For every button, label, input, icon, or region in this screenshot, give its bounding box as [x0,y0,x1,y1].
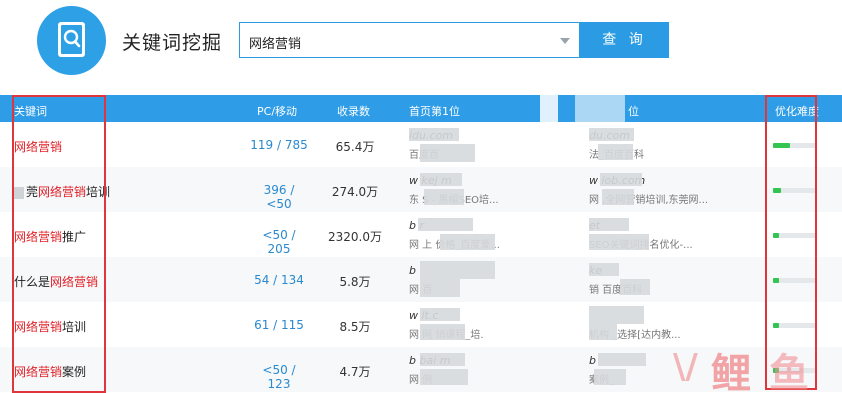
count-value: 5.8万 [339,275,371,289]
count-value: 65.4万 [335,140,375,154]
header-obscured [575,95,625,122]
pc-mobile-value[interactable]: 119 / 785 [250,138,308,152]
pc-mobile-value[interactable]: 54 / 134 [250,273,308,287]
blur-mask [418,218,473,231]
search-button[interactable]: 查 询 [580,22,669,58]
blur-mask [409,128,459,141]
watermark-logo: \/ 鲤 鱼 [673,345,833,393]
blur-mask [589,234,649,250]
blur-mask [420,279,460,297]
blur-mask [420,261,495,279]
col-pc-mobile: PC/移动 [257,105,298,118]
watermark-char: 鲤 [711,351,751,393]
table-header: 关键词 PC/移动 收录数 首页第1位 位 优化难度 [0,95,842,122]
table-row[interactable]: 网络营销推广 <50 / 205 2320.0万 b r 网 上 价格_百度爱.… [0,212,842,257]
table-row[interactable]: 莞网络营销培训 396 / <50 274.0万 w kej m 东 S - 黑… [0,167,842,212]
count-value: 2320.0万 [328,230,382,244]
header-obscured [540,95,558,122]
watermark-char: 鱼 [769,351,809,393]
blur-mask [440,234,495,250]
blur-mask [589,263,619,276]
blur-mask [420,308,460,321]
blur-mask [424,189,464,205]
blur-mask [598,144,633,160]
col-count: 收录数 [337,105,370,118]
col-first-rank: 首页第1位 [409,105,460,118]
app-logo [37,6,106,75]
blur-mask [589,306,644,324]
blur-mask [420,144,475,162]
table-row[interactable]: 什么是网络营销 54 / 134 5.8万 b 网 百 ke 销 百度百科 [0,257,842,302]
keyword-select[interactable]: 网络营销 [239,22,580,58]
blur-mask [620,279,650,295]
col-second-rank: 位 [628,105,639,118]
site-desc: 销 百度百科 [589,285,643,295]
blur-mask [420,173,462,186]
pc-mobile-value[interactable]: 61 / 115 [250,318,308,332]
table-row[interactable]: 网络营销 119 / 785 65.4万 idu.com 百度百 du.com … [0,122,842,167]
blur-mask [602,189,634,205]
blur-mask [420,324,465,340]
blur-mask [420,369,468,385]
pc-mobile-value[interactable]: 396 / <50 [250,183,308,211]
count-value: 4.7万 [339,365,371,379]
blur-mask [598,353,646,366]
keyword-column-highlight [12,95,106,393]
pc-mobile-value[interactable]: <50 / 123 [250,363,308,391]
count-value: 274.0万 [331,185,379,199]
blur-mask [594,369,626,385]
chevron-down-icon[interactable] [560,38,570,44]
count-value: 8.5万 [339,320,371,334]
page-title: 关键词挖掘 [122,32,223,54]
blur-mask [600,173,642,186]
blur-mask [589,324,617,340]
blur-mask [589,128,634,141]
pc-mobile-value[interactable]: <50 / 205 [250,228,308,256]
blur-mask [589,218,629,231]
watermark-mark: \/ [673,347,698,387]
search-input-value[interactable]: 网络营销 [249,33,301,52]
blur-mask [420,353,465,366]
